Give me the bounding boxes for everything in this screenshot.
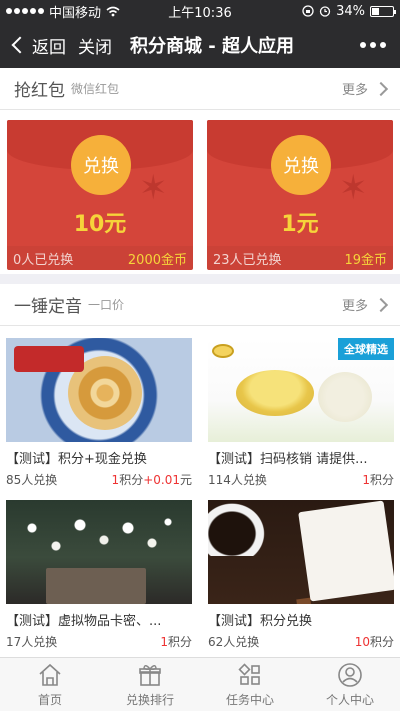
red-packet-card[interactable]: ✶ 兑换 1元 23人已兑换 19金币 bbox=[207, 120, 393, 270]
page-title: 积分商城 - 超人应用 bbox=[130, 36, 295, 57]
redeemed-count: 114人兑换 bbox=[208, 473, 267, 487]
chevron-right-icon bbox=[373, 81, 389, 96]
red-packet-card[interactable]: ✶ 兑换 10元 0人已兑换 2000金币 bbox=[7, 120, 193, 270]
product-name: 【测试】积分兑换 bbox=[208, 614, 313, 629]
nav-bar: 返回 关闭 积分商城 - 超人应用 bbox=[0, 22, 400, 68]
tab-home[interactable]: 首页 bbox=[0, 658, 100, 711]
product-card[interactable]: 全球精选 【测试】扫码核销 请提供... 114人兑换 1积分 bbox=[208, 338, 394, 488]
gift-icon bbox=[139, 664, 161, 686]
product-card[interactable]: 【测试】虚拟物品卡密、... 17人兑换 1积分 bbox=[6, 500, 192, 650]
packet-amount: 1元 bbox=[281, 212, 319, 237]
global-selection-badge: 全球精选 bbox=[338, 338, 394, 360]
wifi-icon bbox=[106, 6, 120, 16]
section-title: 一锤定音 bbox=[14, 297, 82, 317]
back-button[interactable]: 返回 bbox=[0, 33, 66, 58]
product-image bbox=[6, 500, 192, 604]
tab-label: 兑换排行 bbox=[125, 692, 174, 707]
redeemed-count: 23人已兑换 bbox=[213, 252, 282, 268]
redeemed-count: 17人兑换 bbox=[6, 635, 58, 649]
fixed-price-section: 一锤定音 一口价 更多 【测试】积分+现金兑换 85人兑换 1积分+0.01元 … bbox=[0, 284, 400, 657]
alarm-icon bbox=[319, 6, 331, 17]
user-icon bbox=[338, 662, 362, 687]
more-label: 更多 bbox=[341, 83, 368, 98]
section-header: 抢红包 微信红包 更多 bbox=[0, 68, 400, 110]
flower-icon: ✶ bbox=[139, 168, 168, 208]
product-image bbox=[208, 500, 394, 604]
product-price: 1积分 bbox=[160, 635, 192, 649]
flower-icon: ✶ bbox=[339, 168, 368, 208]
battery-icon bbox=[370, 5, 396, 17]
grid-icon bbox=[238, 662, 260, 685]
product-image bbox=[6, 338, 192, 442]
redeem-coin-button[interactable]: 兑换 bbox=[71, 135, 131, 195]
bottom-tab-bar: 首页 兑换排行 任务中心 个人中心 bbox=[0, 657, 400, 711]
lock-rotation-icon bbox=[302, 5, 314, 17]
back-label: 返回 bbox=[32, 37, 66, 58]
tab-profile[interactable]: 个人中心 bbox=[300, 658, 400, 711]
packet-price: 2000金币 bbox=[127, 252, 187, 268]
section-subtitle: 一口价 bbox=[88, 298, 125, 312]
close-button[interactable]: 关闭 bbox=[78, 33, 112, 58]
tab-tasks[interactable]: 任务中心 bbox=[200, 658, 300, 711]
redeemed-count: 85人兑换 bbox=[6, 473, 58, 487]
product-card[interactable]: 【测试】积分+现金兑换 85人兑换 1积分+0.01元 bbox=[6, 338, 192, 488]
more-menu-button[interactable] bbox=[360, 42, 386, 48]
redeemed-count: 0人已兑换 bbox=[13, 252, 74, 268]
tab-label: 任务中心 bbox=[225, 692, 274, 707]
battery-percent: 34% bbox=[336, 3, 365, 19]
red-packet-section: 抢红包 微信红包 更多 ✶ 兑换 10元 0人已兑换 2000金币 ✶ 兑换 1… bbox=[0, 68, 400, 274]
section-header: 一锤定音 一口价 更多 bbox=[0, 284, 400, 326]
product-price: 1积分+0.01元 bbox=[111, 473, 192, 487]
tab-label: 首页 bbox=[37, 692, 62, 707]
product-name: 【测试】扫码核销 请提供... bbox=[208, 452, 368, 467]
product-card[interactable]: 【测试】积分兑换 62人兑换 10积分 bbox=[208, 500, 394, 650]
more-link[interactable]: 更多 bbox=[341, 295, 389, 314]
section-title: 抢红包 bbox=[14, 81, 65, 101]
more-label: 更多 bbox=[341, 299, 368, 314]
brand-logo-icon bbox=[212, 344, 234, 358]
carrier-label: 中国移动 bbox=[49, 5, 102, 21]
home-icon bbox=[39, 663, 61, 686]
product-price: 10积分 bbox=[354, 635, 394, 649]
status-bar: 中国移动 上午10:36 34% bbox=[0, 0, 400, 22]
redeem-coin-button[interactable]: 兑换 bbox=[271, 135, 331, 195]
more-link[interactable]: 更多 bbox=[341, 79, 389, 98]
tab-label: 个人中心 bbox=[325, 692, 374, 707]
chevron-left-icon bbox=[11, 36, 29, 54]
redeemed-count: 62人兑换 bbox=[208, 635, 260, 649]
tab-ranking[interactable]: 兑换排行 bbox=[100, 658, 200, 711]
packet-price: 19金币 bbox=[344, 252, 387, 268]
chevron-right-icon bbox=[373, 297, 389, 312]
signal-icon bbox=[6, 8, 44, 14]
product-price: 1积分 bbox=[362, 473, 394, 487]
packet-amount: 10元 bbox=[73, 212, 127, 237]
product-image: 全球精选 bbox=[208, 338, 394, 442]
product-name: 【测试】虚拟物品卡密、... bbox=[6, 614, 162, 629]
product-name: 【测试】积分+现金兑换 bbox=[6, 452, 147, 467]
section-subtitle: 微信红包 bbox=[71, 82, 120, 96]
